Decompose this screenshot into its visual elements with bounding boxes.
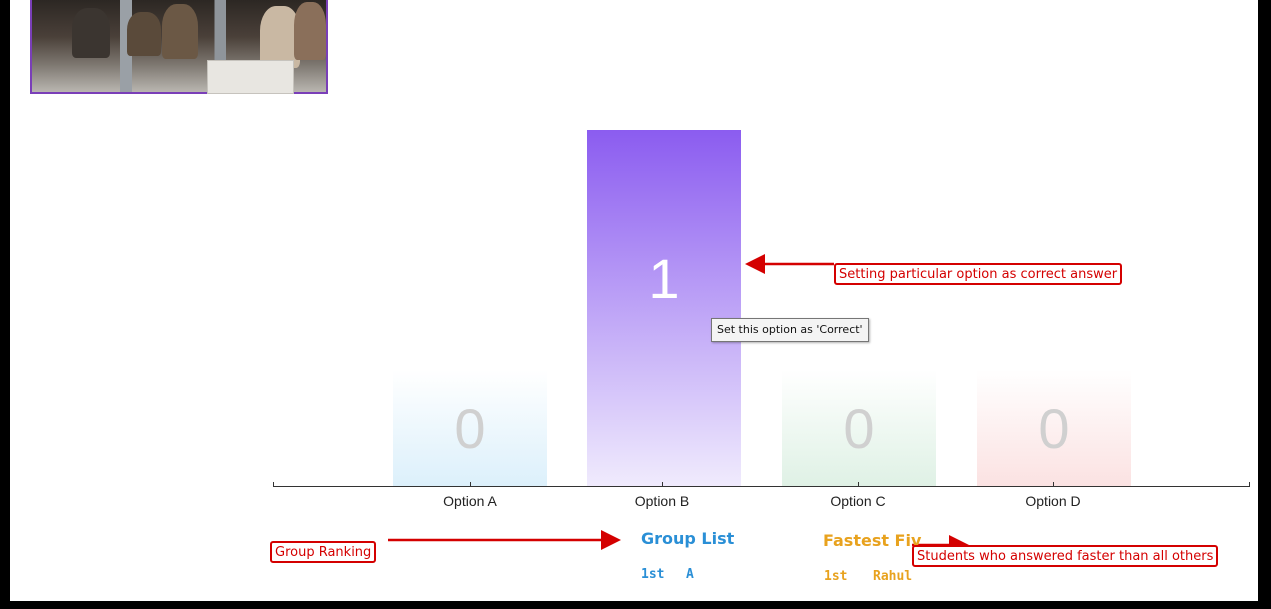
- group-list-title: Group List: [641, 529, 735, 548]
- annotation-group-ranking: Group Ranking: [270, 541, 377, 563]
- poll-results-window: 0100 Option A Option B Option C Option D…: [10, 0, 1258, 601]
- annotation-fastest-students: Students who answered faster than all ot…: [912, 545, 1219, 567]
- group-list-entry-rank: 1st: [641, 567, 665, 582]
- annotation-arrows: [388, 254, 969, 555]
- annotation-correct-answer: Setting particular option as correct ans…: [834, 263, 1123, 285]
- group-list-entry-name: A: [686, 567, 694, 582]
- fastest-five-entry-name: Rahul: [873, 569, 913, 584]
- fastest-five-entry-rank: 1st: [824, 569, 848, 584]
- fastest-five-title: Fastest Fiv: [823, 531, 922, 550]
